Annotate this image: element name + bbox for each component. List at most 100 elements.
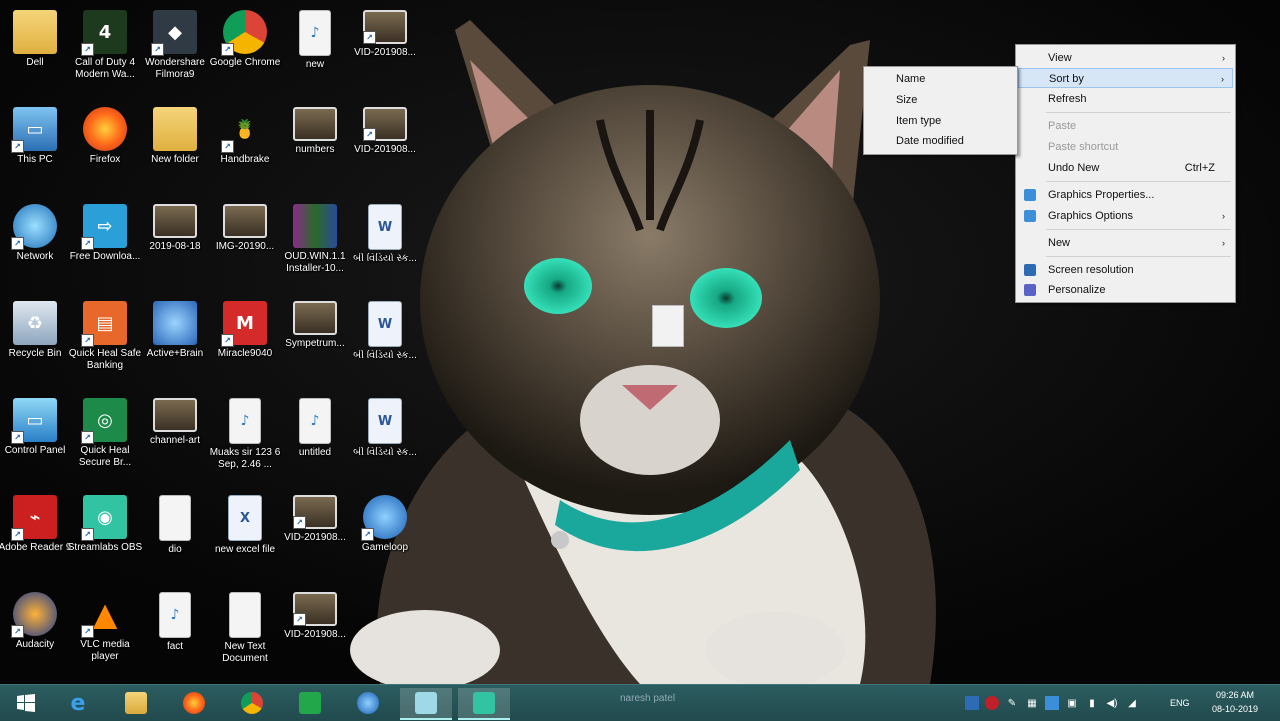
desktop-icon[interactable]: ↗ VID-201908... xyxy=(350,101,420,193)
menu-item-new[interactable]: New › xyxy=(1018,233,1233,253)
intel-tray-icon[interactable] xyxy=(1045,696,1059,710)
desktop-icon[interactable]: ♻ Recycle Bin xyxy=(0,295,70,387)
word-file-icon: W xyxy=(368,398,402,444)
desktop-icon-label: VID-201908... xyxy=(354,144,416,155)
volume-icon[interactable]: ◀) xyxy=(1105,696,1119,710)
desktop-icon[interactable]: M ↗ Miracle9040 xyxy=(210,295,280,387)
taskbar-firefox[interactable] xyxy=(168,688,220,718)
shortcut-arrow-icon: ↗ xyxy=(151,43,164,56)
tray-app-icon[interactable] xyxy=(965,696,979,710)
desktop-icon[interactable]: ◎ ↗ Quick Heal Secure Br... xyxy=(70,392,140,484)
shortcut-arrow-icon: ↗ xyxy=(11,528,24,541)
desktop-icon[interactable]: 2019-08-18 xyxy=(140,198,210,290)
desktop-icon[interactable]: ↗ Audacity xyxy=(0,586,70,678)
desktop-icon[interactable]: Active+Brain xyxy=(140,295,210,387)
desktop-icon[interactable]: Firefox xyxy=(70,101,140,193)
network-tray-icon[interactable]: ▦ xyxy=(1025,696,1039,710)
desktop-icon[interactable]: New Text Document xyxy=(210,586,280,678)
image-file-icon xyxy=(153,398,197,432)
shortcut-arrow-icon: ↗ xyxy=(363,31,376,44)
dragged-file[interactable] xyxy=(650,305,686,347)
desktop-icon[interactable]: IMG-20190... xyxy=(210,198,280,290)
word-file-icon: W xyxy=(368,204,402,250)
menu-item-graphics-properties[interactable]: Graphics Properties... xyxy=(1018,185,1233,205)
desktop-icon-label: VID-201908... xyxy=(284,629,346,640)
desktop-icon[interactable]: ♪ fact xyxy=(140,586,210,678)
desktop-icon[interactable]: ↗ Google Chrome xyxy=(210,4,280,96)
image-file-icon xyxy=(223,204,267,238)
language-indicator[interactable]: ENG xyxy=(1170,698,1190,708)
signal-icon[interactable]: ◢ xyxy=(1125,696,1139,710)
taskbar-gameloop[interactable] xyxy=(342,688,394,718)
menu-separator xyxy=(1046,112,1231,113)
desktop-icon[interactable]: ↗ VID-201908... xyxy=(350,4,420,96)
start-icon xyxy=(15,692,37,714)
desktop-icon[interactable]: numbers xyxy=(280,101,350,193)
desktop-icon[interactable]: ♪ Muaks sir 123 6 Sep, 2.46 ... xyxy=(210,392,280,484)
taskbar-streamlabs[interactable] xyxy=(458,688,510,720)
desktop-icon[interactable]: 4 ↗ Call of Duty 4 Modern Wa... xyxy=(70,4,140,96)
sort-by-name[interactable]: Name xyxy=(866,69,1015,89)
desktop-icon-label: Handbrake xyxy=(220,154,270,165)
menu-item-label: Item type xyxy=(896,115,942,127)
desktop-icon[interactable]: OUD.WIN.1.1 Installer-10... xyxy=(280,198,350,290)
menu-item-undo-new[interactable]: Undo New Ctrl+Z xyxy=(1018,158,1233,178)
desktop-icon[interactable]: Dell xyxy=(0,4,70,96)
desktop-icon-label: Audacity xyxy=(15,639,55,650)
taskbar-file-explorer[interactable] xyxy=(110,688,162,718)
pen-tray-icon[interactable]: ✎ xyxy=(1005,696,1019,710)
taskbar-internet-explorer[interactable]: e xyxy=(52,688,104,718)
desktop-icon[interactable]: channel-art xyxy=(140,392,210,484)
menu-item-personalize[interactable]: Personalize xyxy=(1018,280,1233,300)
handbrake-icon: 🍍 ↗ xyxy=(221,107,267,153)
desktop-icon[interactable]: ♪ new xyxy=(280,4,350,96)
desktop-icon[interactable]: ↗ Network xyxy=(0,198,70,290)
quick-heal-tray-icon[interactable] xyxy=(985,696,999,710)
desktop-icon[interactable]: ▭ ↗ This PC xyxy=(0,101,70,193)
shortcut-arrow-icon: ↗ xyxy=(293,516,306,529)
taskbar-chrome[interactable] xyxy=(226,688,278,718)
desktop-icon[interactable]: W બી વિડિયો સ્ક... xyxy=(350,295,420,387)
menu-item-refresh[interactable]: Refresh xyxy=(1018,89,1233,109)
intel-graphics-icon xyxy=(1024,210,1036,222)
desktop-icon[interactable]: ◆ ↗ Wondershare Filmora9 xyxy=(140,4,210,96)
desktop-icon[interactable]: New folder xyxy=(140,101,210,193)
desktop-icon[interactable]: ▤ ↗ Quick Heal Safe Banking xyxy=(69,295,141,387)
gameloop-icon: ↗ xyxy=(361,495,407,541)
clock[interactable]: 09:26 AM 08-10-2019 xyxy=(1203,688,1267,716)
menu-item-graphics-options[interactable]: Graphics Options › xyxy=(1018,206,1233,226)
sort-by-date-modified[interactable]: Date modified xyxy=(866,131,1015,151)
start-button[interactable] xyxy=(0,688,52,718)
menu-item-screen-resolution[interactable]: Screen resolution xyxy=(1018,260,1233,280)
menu-item-label: Personalize xyxy=(1048,284,1106,296)
shortcut-arrow-icon: ↗ xyxy=(221,140,234,153)
desktop-icon[interactable]: W બી વિડિયો સ્ક... xyxy=(350,198,420,290)
menu-item-label: Name xyxy=(896,73,926,85)
desktop-icon[interactable]: W બી વિડિયો સ્ક... xyxy=(350,392,420,484)
desktop-icon-label: VLC media player xyxy=(80,639,130,662)
taskbar-store[interactable] xyxy=(284,688,336,718)
menu-item-label: Date modified xyxy=(896,135,964,147)
desktop-icon[interactable]: Sympetrum... xyxy=(280,295,350,387)
desktop-icon[interactable]: ▭ ↗ Control Panel xyxy=(0,392,70,484)
desktop-icon[interactable]: ◉ ↗ Streamlabs OBS xyxy=(68,489,142,581)
taskbar: e naresh patel ✎ ▦ ▣ ▮ ◀) ◢ ENG 09:26 AM… xyxy=(0,684,1280,721)
desktop-icon[interactable]: ▲ ↗ VLC media player xyxy=(70,586,140,678)
desktop-icon[interactable]: ↗ Gameloop xyxy=(350,489,420,581)
battery-icon[interactable]: ▮ xyxy=(1085,696,1099,710)
desktop-icon[interactable]: ↗ VID-201908... xyxy=(280,489,350,581)
desktop-icon[interactable]: dio xyxy=(140,489,210,581)
desktop-icon[interactable]: ♪ untitled xyxy=(280,392,350,484)
desktop-icon[interactable]: 🍍 ↗ Handbrake xyxy=(210,101,280,193)
desktop-icon[interactable]: ⇨ ↗ Free Downloa... xyxy=(70,198,140,290)
sort-by-size[interactable]: Size xyxy=(866,90,1015,110)
desktop-icon[interactable]: ↗ VID-201908... xyxy=(280,586,350,678)
menu-item-view[interactable]: View › xyxy=(1018,48,1233,68)
desktop-icon[interactable]: ⌁ ↗ Adobe Reader 9 xyxy=(0,489,71,581)
desktop-icon[interactable]: Xnew excel file xyxy=(210,489,280,581)
taskbar-notepad[interactable] xyxy=(400,688,452,720)
menu-item-sort-by[interactable]: Sort by › xyxy=(1018,68,1233,88)
sort-by-item-type[interactable]: Item type xyxy=(866,111,1015,131)
desktop-icon-label: untitled xyxy=(298,447,332,458)
display-tray-icon[interactable]: ▣ xyxy=(1065,696,1079,710)
